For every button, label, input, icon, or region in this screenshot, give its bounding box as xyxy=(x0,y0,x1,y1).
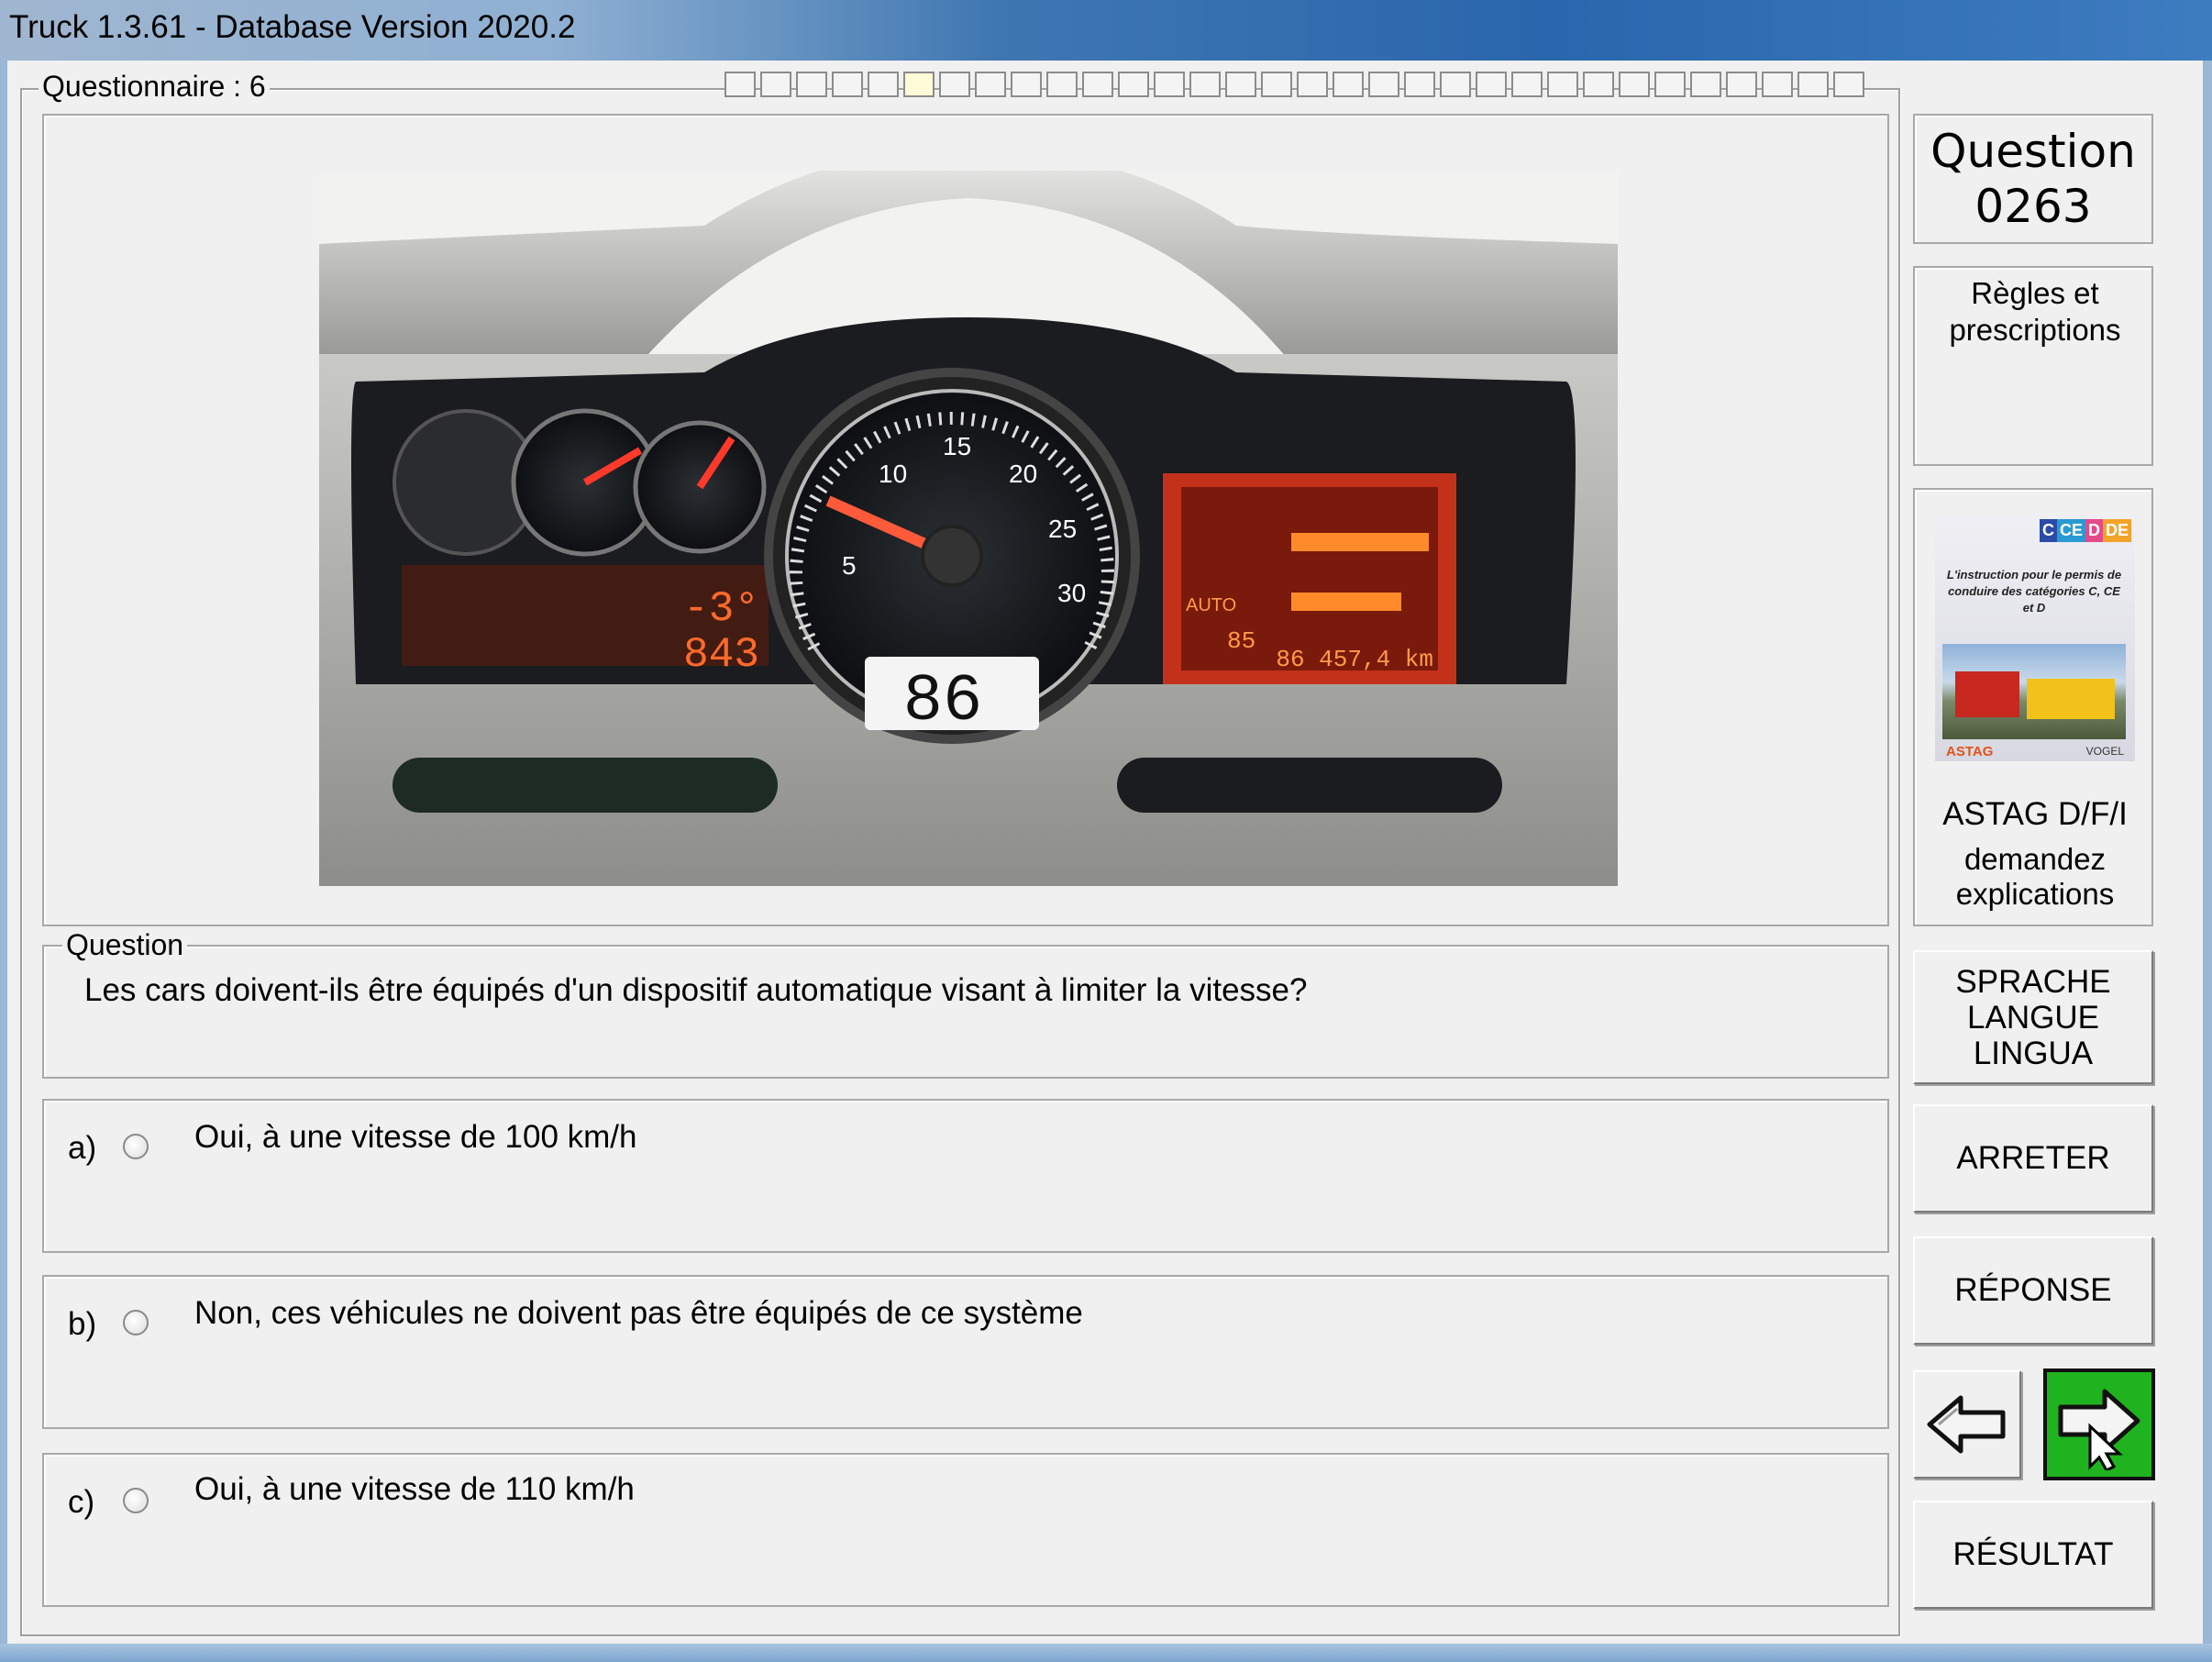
language-label-fr: LANGUE xyxy=(1967,999,2099,1036)
question-text: Les cars doivent-ils être équipés d'un d… xyxy=(84,972,1308,1008)
book-cover[interactable]: C CE D DE L'instruction pour le permis d… xyxy=(1935,515,2135,761)
book-caption-3: explications xyxy=(1955,877,2115,911)
svg-text:25: 25 xyxy=(1048,515,1077,543)
progress-cell xyxy=(1476,72,1507,97)
question-number-label: Question xyxy=(1930,125,2136,178)
stop-button[interactable]: ARRETER xyxy=(1913,1104,2153,1213)
answer-button[interactable]: RÉPONSE xyxy=(1913,1236,2153,1345)
svg-text:30: 30 xyxy=(1057,579,1086,607)
progress-cell xyxy=(1082,72,1113,97)
answer-c-text[interactable]: Oui, à une vitesse de 110 km/h xyxy=(194,1471,635,1508)
progress-cell xyxy=(975,72,1006,97)
progress-cell xyxy=(760,72,791,97)
questionnaire-progress xyxy=(724,72,1869,99)
answer-a-letter: a) xyxy=(68,1130,97,1166)
answer-a-radio[interactable] xyxy=(123,1134,149,1159)
window-bottom-border xyxy=(0,1644,2212,1662)
arrow-right-icon xyxy=(2058,1389,2140,1470)
result-button[interactable]: RÉSULTAT xyxy=(1913,1501,2153,1609)
bus-shape xyxy=(2027,679,2115,719)
progress-cell xyxy=(903,72,935,97)
progress-cell xyxy=(939,72,970,97)
odometer-readout: 86 457,4 km xyxy=(1276,646,1433,673)
answer-b-letter: b) xyxy=(68,1306,97,1342)
svg-text:20: 20 xyxy=(1009,460,1037,488)
badge-d: D xyxy=(2085,519,2103,542)
progress-cell xyxy=(1225,72,1256,97)
question-number: 0263 xyxy=(1974,180,2092,233)
dashboard-illustration: -3° 843 5 10 15 20 25 30 86 AUTO 85 86 4… xyxy=(319,171,1618,886)
previous-button[interactable] xyxy=(1913,1370,2021,1479)
category-box: Règles et prescriptions xyxy=(1913,266,2153,466)
temperature-readout: -3° xyxy=(683,585,759,633)
badge-de: DE xyxy=(2102,519,2131,542)
progress-cell xyxy=(1762,72,1793,97)
answer-a-text[interactable]: Oui, à une vitesse de 100 km/h xyxy=(194,1119,637,1156)
question-number-box: Question 0263 xyxy=(1913,114,2153,244)
progress-cell xyxy=(1154,72,1185,97)
arrow-left-icon xyxy=(1927,1395,2006,1454)
progress-cell xyxy=(1404,72,1435,97)
language-label-it: LINGUA xyxy=(1973,1035,2094,1071)
book-cover-text: L'instruction pour le permis de conduire… xyxy=(1946,568,2122,615)
answer-b-radio[interactable] xyxy=(123,1310,149,1335)
progress-cell xyxy=(1797,72,1829,97)
progress-cell xyxy=(1189,72,1221,97)
progress-cell xyxy=(1046,72,1078,97)
progress-cell xyxy=(1297,72,1328,97)
progress-cell xyxy=(868,72,899,97)
speed-display: 86 xyxy=(903,664,982,739)
progress-cell xyxy=(1440,72,1471,97)
category-badges: C CE D DE xyxy=(2039,519,2131,542)
counter-readout: 843 xyxy=(683,631,759,679)
progress-cell xyxy=(1654,72,1686,97)
progress-cell xyxy=(1833,72,1864,97)
limit-readout: 85 xyxy=(1227,627,1255,655)
badge-c: C xyxy=(2039,519,2057,542)
book-box[interactable]: C CE D DE L'instruction pour le permis d… xyxy=(1913,488,2153,926)
progress-cell xyxy=(1368,72,1399,97)
book-cover-image xyxy=(1942,644,2126,739)
progress-cell xyxy=(724,72,756,97)
progress-cell xyxy=(1547,72,1578,97)
progress-cell xyxy=(1690,72,1721,97)
next-button[interactable] xyxy=(2043,1368,2155,1480)
language-button[interactable]: SPRACHE LANGUE LINGUA xyxy=(1913,950,2153,1084)
category-label: Règles et prescriptions xyxy=(1949,276,2121,347)
progress-cell xyxy=(796,72,827,97)
progress-cell xyxy=(832,72,863,97)
window-titlebar[interactable]: Truck 1.3.61 - Database Version 2020.2 xyxy=(0,0,2212,61)
progress-cell xyxy=(1333,72,1364,97)
question-legend: Question xyxy=(62,928,188,962)
answer-c-radio[interactable] xyxy=(123,1488,149,1513)
dashboard-photo: -3° 843 5 10 15 20 25 30 86 AUTO 85 86 4… xyxy=(319,171,1618,886)
window-title: Truck 1.3.61 - Database Version 2020.2 xyxy=(9,9,576,45)
publisher-right: VOGEL xyxy=(2085,745,2124,758)
mode-readout: AUTO xyxy=(1186,595,1236,615)
progress-cell xyxy=(1261,72,1292,97)
truck-shape xyxy=(1955,671,2019,717)
svg-text:15: 15 xyxy=(943,432,971,460)
answer-b-text[interactable]: Non, ces véhicules ne doivent pas être é… xyxy=(194,1295,1083,1332)
badge-ce: CE xyxy=(2056,519,2085,542)
progress-cell xyxy=(1619,72,1650,97)
progress-cell xyxy=(1583,72,1614,97)
svg-text:5: 5 xyxy=(842,551,857,580)
questionnaire-label: Questionnaire : 6 xyxy=(39,70,270,104)
progress-cell xyxy=(1511,72,1543,97)
book-caption-1: ASTAG D/F/I xyxy=(1942,796,2128,832)
progress-cell xyxy=(1726,72,1757,97)
progress-cell xyxy=(1118,72,1149,97)
progress-cell xyxy=(1011,72,1042,97)
publisher-left: ASTAG xyxy=(1946,744,1994,759)
book-caption-2: demandez xyxy=(1963,842,2107,876)
language-label-de: SPRACHE xyxy=(1955,963,2111,1000)
answer-c-letter: c) xyxy=(68,1484,95,1520)
question-panel xyxy=(42,945,1889,1079)
svg-text:10: 10 xyxy=(879,460,907,488)
